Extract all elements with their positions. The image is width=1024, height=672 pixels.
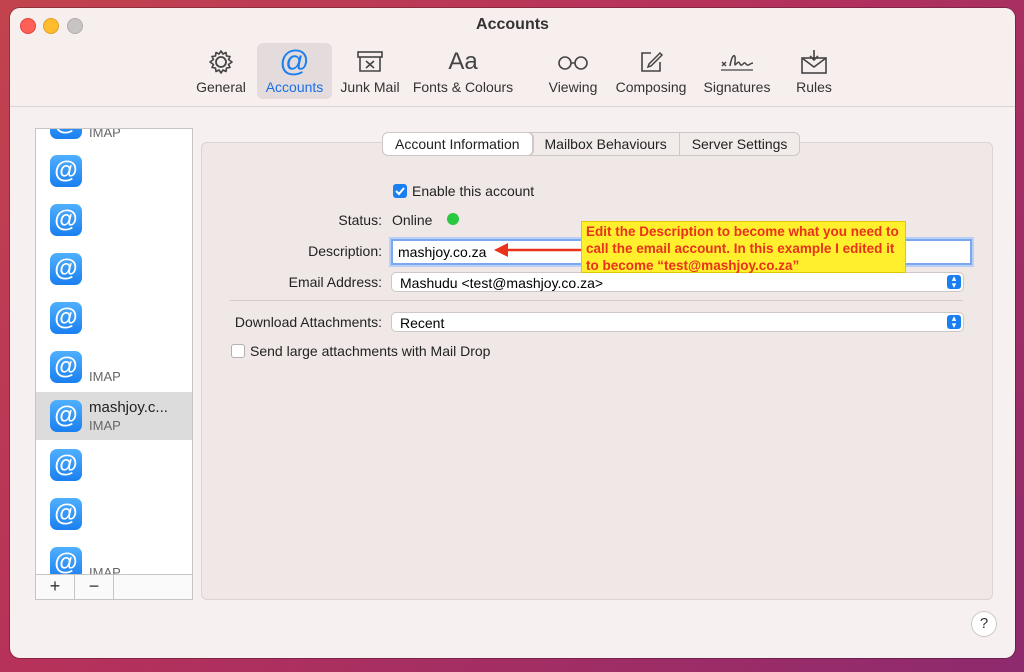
toolbar-composing[interactable]: Composing <box>610 43 692 99</box>
toolbar-viewing-label: Viewing <box>548 79 598 95</box>
account-row[interactable]: @ <box>36 245 192 293</box>
status-online-indicator <box>447 213 459 225</box>
enable-account-label: Enable this account <box>412 183 535 199</box>
download-attachments-label: Download Attachments: <box>234 314 382 330</box>
toolbar-general-label: General <box>196 79 246 95</box>
compose-icon <box>610 47 692 77</box>
annotation-arrow-icon <box>494 243 584 257</box>
account-row[interactable]: @ <box>36 441 192 489</box>
at-icon: @ <box>50 253 82 285</box>
junk-tray-icon <box>337 47 403 77</box>
at-icon: @ <box>50 449 82 481</box>
titlebar: Accounts General @ Accounts Junk Mail Aa… <box>10 8 1015 107</box>
email-address-value: Mashudu <test@mashjoy.co.za> <box>400 275 604 291</box>
status-label: Status: <box>338 212 382 228</box>
toolbar-fonts-colours[interactable]: Aa Fonts & Colours <box>408 43 518 99</box>
divider <box>230 300 963 301</box>
rules-envelope-icon <box>788 47 840 77</box>
font-aa-icon: Aa <box>408 47 518 77</box>
chevron-updown-icon: ▴ ▾ <box>947 314 961 330</box>
preferences-window: Accounts General @ Accounts Junk Mail Aa… <box>10 8 1015 658</box>
annotation-callout: Edit the Description to become what you … <box>581 221 906 273</box>
account-panel <box>201 142 993 600</box>
description-label: Description: <box>308 243 382 259</box>
download-attachments-popup[interactable]: Recent ▴ ▾ <box>391 312 964 332</box>
chevron-updown-icon: ▴ ▾ <box>947 274 961 290</box>
at-icon: @ <box>50 129 82 139</box>
toolbar-general[interactable]: General <box>190 43 252 99</box>
at-icon: @ <box>50 302 82 334</box>
toolbar-fonts-label: Fonts & Colours <box>412 79 514 95</box>
toolbar-accounts[interactable]: @ Accounts <box>257 43 332 99</box>
toolbar-viewing[interactable]: Viewing <box>543 43 603 99</box>
account-type: IMAP <box>89 418 121 433</box>
account-row[interactable]: @ <box>36 196 192 244</box>
maildrop-label: Send large attachments with Mail Drop <box>250 343 491 359</box>
gear-icon <box>190 47 252 77</box>
add-account-button[interactable]: + <box>36 575 75 599</box>
download-attachments-value: Recent <box>400 315 445 331</box>
at-icon: @ <box>257 47 332 77</box>
tab-mailbox-behaviours[interactable]: Mailbox Behaviours <box>533 133 680 155</box>
signature-icon <box>698 47 776 77</box>
email-address-popup[interactable]: Mashudu <test@mashjoy.co.za> ▴ ▾ <box>391 272 964 292</box>
help-button[interactable]: ? <box>971 611 997 637</box>
enable-account-checkbox[interactable] <box>393 184 407 198</box>
tab-server-settings[interactable]: Server Settings <box>680 133 800 155</box>
toolbar-accounts-label: Accounts <box>265 79 324 95</box>
account-row[interactable]: @ <box>36 490 192 538</box>
toolbar-signatures[interactable]: Signatures <box>698 43 776 99</box>
list-controls: + − <box>36 574 192 599</box>
maildrop-checkbox[interactable] <box>231 344 245 358</box>
account-row[interactable]: @ <box>36 294 192 342</box>
at-glyph: @ <box>279 45 310 78</box>
toolbar-junk-mail-label: Junk Mail <box>340 79 400 95</box>
account-row[interactable]: @ IMAP <box>36 128 192 147</box>
toolbar-junk-mail[interactable]: Junk Mail <box>337 43 403 99</box>
at-icon: @ <box>50 498 82 530</box>
status-value: Online <box>392 212 433 228</box>
remove-account-button[interactable]: − <box>75 575 114 599</box>
window-title: Accounts <box>476 16 549 33</box>
account-type: IMAP <box>89 369 121 384</box>
toolbar-rules[interactable]: Rules <box>788 43 840 99</box>
checkmark-icon <box>395 187 405 196</box>
account-name: mashjoy.c... <box>89 399 168 416</box>
at-icon: @ <box>50 204 82 236</box>
account-row[interactable]: @ <box>36 147 192 195</box>
accounts-list[interactable]: @ IMAP @ @ @ @ @ IMAP @ mashjoy.c... IMA… <box>35 128 193 600</box>
tab-bar: Account Information Mailbox Behaviours S… <box>382 132 801 156</box>
glasses-icon <box>543 47 603 77</box>
toolbar-signatures-label: Signatures <box>703 79 771 95</box>
tab-account-information[interactable]: Account Information <box>383 133 533 155</box>
email-address-label: Email Address: <box>288 274 382 290</box>
toolbar-rules-label: Rules <box>796 79 832 95</box>
at-icon: @ <box>50 351 82 383</box>
account-type: IMAP <box>89 128 121 140</box>
account-row[interactable]: @ IMAP <box>36 343 192 391</box>
at-icon: @ <box>50 155 82 187</box>
at-icon: @ <box>50 400 82 432</box>
aa-glyph: Aa <box>448 48 478 75</box>
account-row-selected[interactable]: @ mashjoy.c... IMAP <box>36 392 192 440</box>
toolbar-composing-label: Composing <box>615 79 687 95</box>
